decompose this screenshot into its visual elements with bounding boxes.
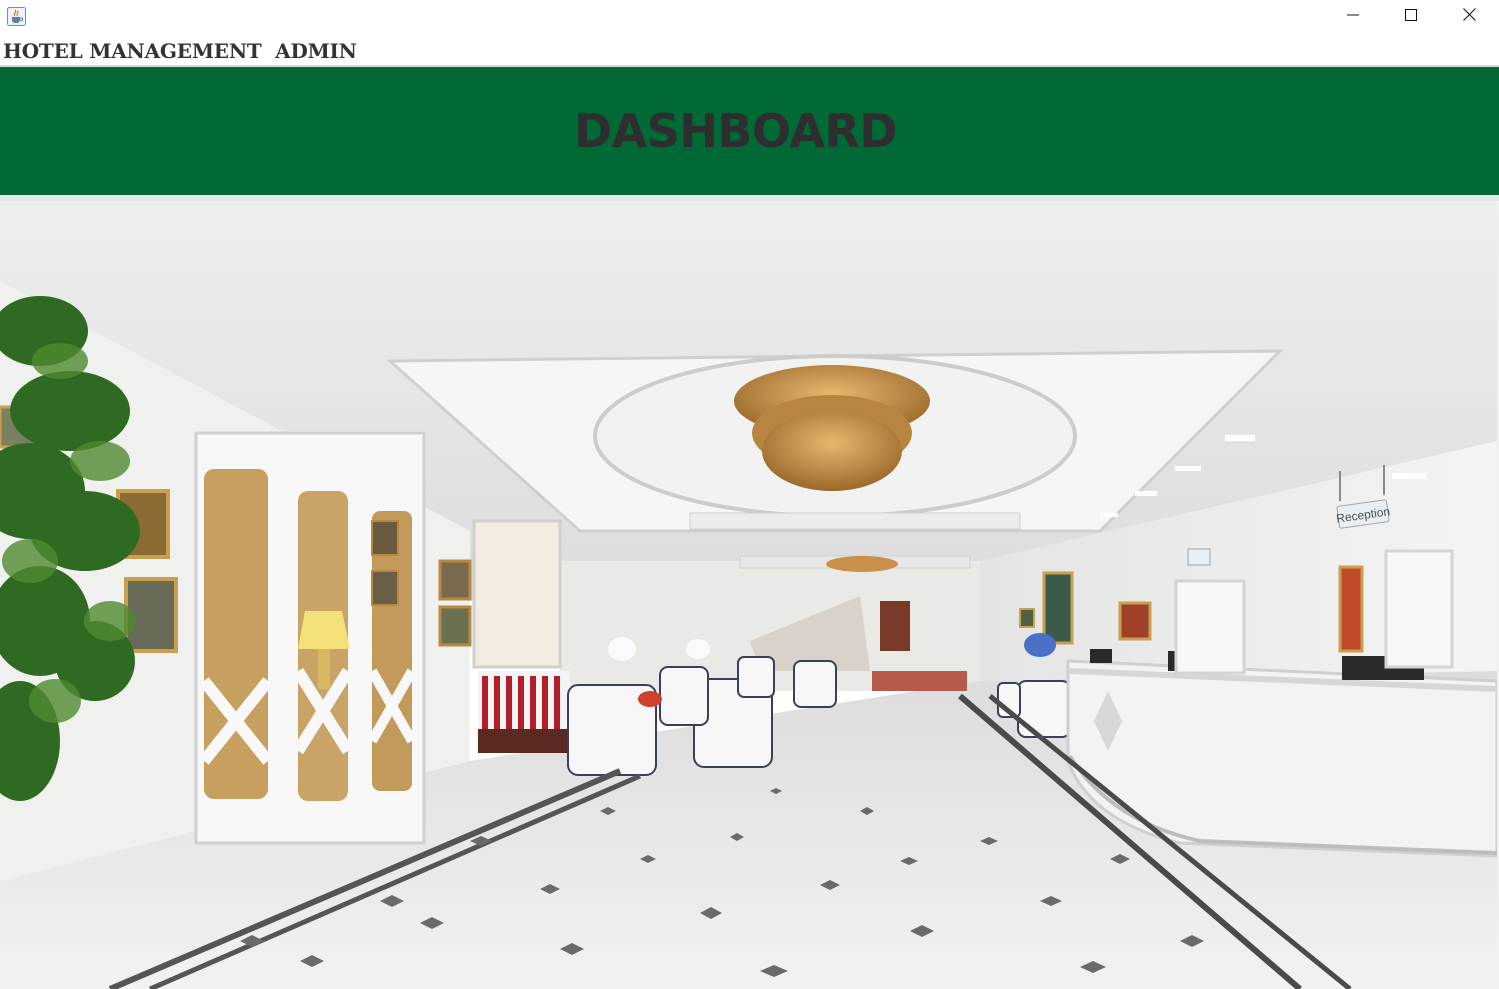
java-coffee-cup-icon[interactable] [7,7,26,26]
hotel-lobby-image: Reception [0,201,1497,989]
app-window: HOTEL MANAGEMENT ADMIN DASHBOARD Recepti… [0,0,1499,989]
close-icon [1462,8,1476,26]
maximize-button[interactable] [1382,0,1440,34]
window-titlebar[interactable] [0,0,1499,34]
maximize-icon [1405,8,1417,26]
close-button[interactable] [1440,0,1498,34]
dashboard-title: DASHBOARD [574,104,898,158]
app-title: HOTEL MANAGEMENT ADMIN [3,39,357,63]
minimize-icon [1347,8,1359,26]
dashboard-header: DASHBOARD [0,67,1499,195]
minimize-button[interactable] [1324,0,1382,34]
